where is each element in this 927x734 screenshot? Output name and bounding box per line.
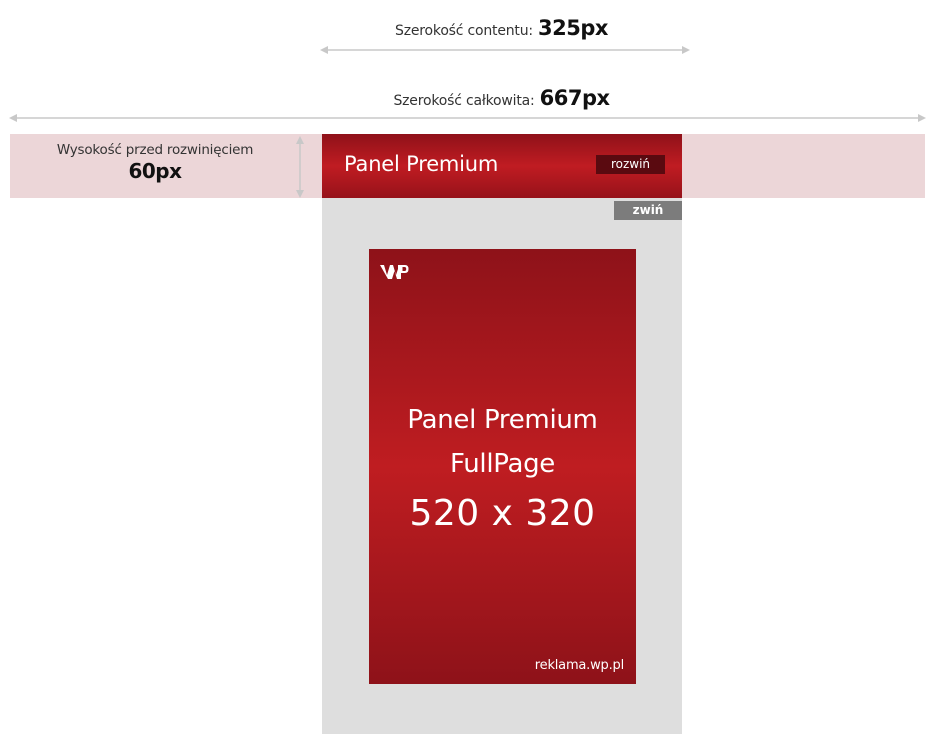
expand-button[interactable]: rozwiń (596, 155, 665, 174)
panel-header: Panel Premium rozwiń (322, 134, 682, 198)
total-width-caption: Szerokość całkowita: (393, 93, 535, 109)
ad-title-line2: FullPage (449, 449, 555, 479)
ad-footer-link: reklama.wp.pl (534, 658, 624, 673)
ad-creative: Panel Premium FullPage 520 x 320 reklama… (369, 249, 636, 684)
content-width-label: Szerokość contentu: 325px (0, 16, 927, 40)
height-caption: Wysokość przed rozwinięciem (56, 142, 254, 158)
content-width-value: 325px (538, 16, 608, 40)
height-arrow (296, 136, 304, 198)
wp-logo-icon (380, 265, 409, 279)
height-before-expand-label: Wysokość przed rozwinięciem 60px (20, 142, 290, 183)
height-value: 60px (128, 159, 182, 183)
panel-title: Panel Premium (344, 152, 499, 176)
ad-title-line1: Panel Premium (407, 405, 598, 435)
collapse-button[interactable]: zwiń (614, 201, 682, 220)
content-width-arrow (320, 46, 690, 54)
total-width-arrow (9, 114, 926, 122)
content-width-caption: Szerokość contentu: (395, 23, 533, 39)
ad-size-label: 520 x 320 (409, 493, 596, 534)
total-width-value: 667px (539, 86, 610, 110)
total-width-label: Szerokość całkowita: 667px (0, 86, 927, 110)
